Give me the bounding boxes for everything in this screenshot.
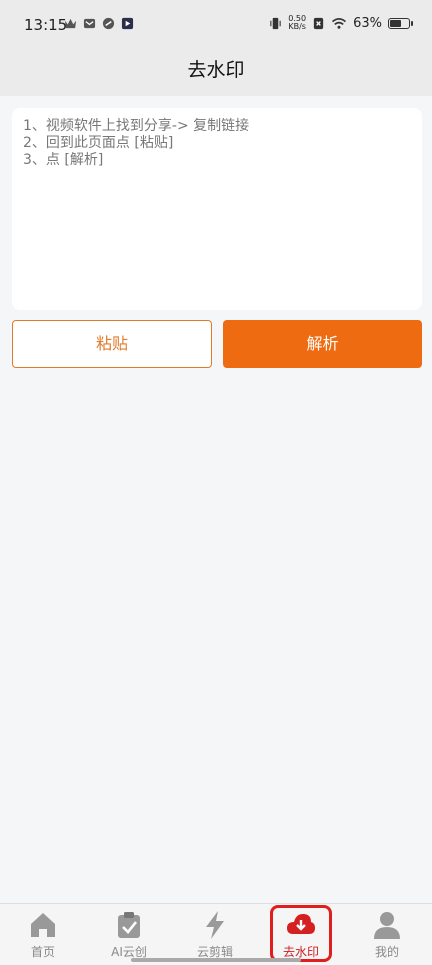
battery-level	[390, 19, 401, 27]
tab-label: 首页	[30, 945, 55, 959]
clipboard-check-icon	[118, 912, 140, 938]
vibrate-icon	[270, 17, 281, 29]
tab-mine[interactable]: 我的	[344, 904, 430, 965]
net-speed: 0.50 KB/s	[288, 14, 307, 31]
home-indicator[interactable]	[131, 958, 301, 962]
bottom-tab-bar: 首页 AI云创 云剪辑 去水印 我的	[0, 903, 432, 964]
app-icon	[102, 17, 115, 30]
notification-icons	[64, 17, 134, 30]
wifi-icon	[332, 17, 347, 29]
active-tab-highlight	[270, 905, 332, 962]
app-header: 去水印	[0, 52, 432, 96]
status-time: 13:15	[24, 16, 68, 34]
status-right: 0.50 KB/s 63%	[269, 14, 413, 31]
link-input[interactable]: 1、视频软件上找到分享-> 复制链接 2、回到此页面点 [粘贴] 3、点 [解析…	[12, 108, 422, 310]
lightning-icon	[206, 911, 224, 939]
tab-ai-create[interactable]: AI云创	[86, 904, 172, 965]
battery-percent: 63%	[353, 15, 382, 31]
battery-icon	[388, 17, 413, 29]
user-icon	[374, 912, 400, 939]
tab-label: 我的	[374, 945, 399, 959]
paste-button[interactable]: 粘贴	[12, 320, 212, 368]
play-icon	[121, 17, 134, 30]
status-bar: 13:15 0.50 KB/s 63%	[0, 0, 432, 52]
tab-home[interactable]: 首页	[0, 904, 86, 965]
crown-icon	[64, 18, 77, 29]
mail-icon	[83, 18, 96, 29]
sim-off-icon	[313, 17, 324, 29]
parse-button[interactable]: 解析	[223, 320, 422, 368]
page-title: 去水印	[187, 59, 245, 81]
tab-cloud-edit[interactable]: 云剪辑	[172, 904, 258, 965]
home-icon	[31, 913, 55, 937]
